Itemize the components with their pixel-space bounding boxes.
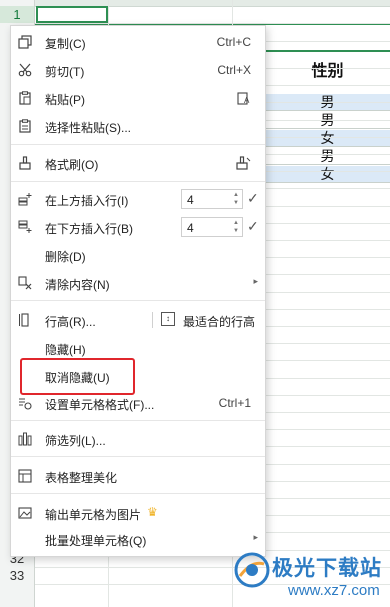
- menu-item-label: 在下方插入行(B): [45, 222, 133, 236]
- export-image-icon: [17, 505, 33, 521]
- clipboard-icon: [17, 90, 33, 106]
- menu-item-label: 剪切(T): [45, 65, 85, 79]
- menu-item-label: 清除内容(N): [45, 278, 110, 292]
- insert-row-below-icon: [17, 219, 33, 235]
- menu-item-label: 设置单元格格式(F)...: [45, 398, 155, 412]
- shortcut-label: Ctrl+X: [217, 63, 251, 77]
- stepper-value: 4: [187, 193, 194, 207]
- gender-cell[interactable]: 男: [265, 148, 390, 165]
- eraser-icon: [17, 275, 33, 291]
- menu-item-delete[interactable]: 删除(D): [11, 242, 265, 268]
- stepper-value: 4: [187, 221, 194, 235]
- menu-item-insert-below[interactable]: 在下方插入行(B) 4 ▲ ▼ ✓: [11, 214, 265, 240]
- confirm-check-icon[interactable]: ✓: [247, 218, 259, 235]
- menu-divider: [152, 312, 153, 328]
- best-fit-height-button[interactable]: 最适合的行高: [183, 313, 255, 330]
- paste-special-icon: [17, 118, 33, 134]
- menu-item-paste-special[interactable]: 选择性粘贴(S)...: [11, 113, 265, 139]
- watermark-url: www.xz7.com: [288, 582, 380, 599]
- site-watermark: 极光下载站 www.xz7.com: [232, 548, 390, 607]
- shortcut-label: Ctrl+C: [216, 35, 251, 49]
- watermark-title: 极光下载站: [272, 557, 382, 580]
- menu-item-filter-column[interactable]: 筛选列(L)...: [11, 426, 265, 452]
- menu-item-label: 表格整理美化: [45, 471, 118, 485]
- insert-row-above-icon: [17, 191, 33, 207]
- grid-row-line: [35, 23, 390, 24]
- copy-icon: [17, 34, 33, 50]
- scissors-icon: [17, 62, 33, 78]
- best-fit-height-icon[interactable]: ↕: [161, 312, 175, 326]
- menu-separator: [11, 420, 265, 421]
- stepper-down-icon[interactable]: ▼: [233, 200, 239, 207]
- filter-columns-icon: [17, 431, 33, 447]
- brush-icon: [17, 155, 33, 171]
- menu-item-label: 删除(D): [45, 250, 86, 264]
- shortcut-label: Ctrl+1: [218, 396, 251, 410]
- menu-item-export-image[interactable]: 输出单元格为图片 ♛: [11, 500, 265, 526]
- row-number[interactable]: 1: [0, 6, 34, 23]
- menu-item-label: 选择性粘贴(S)...: [45, 121, 131, 135]
- stepper-up-icon[interactable]: ▲: [233, 192, 239, 199]
- stepper-down-icon[interactable]: ▼: [233, 228, 239, 235]
- menu-item-label: 在上方插入行(I): [45, 194, 129, 208]
- menu-item-row-height[interactable]: 行高(R)... ↕ 最适合的行高: [11, 307, 265, 333]
- menu-separator: [11, 181, 265, 182]
- menu-item-batch-process[interactable]: 批量处理单元格(Q) ▸: [11, 526, 265, 552]
- menu-separator: [11, 456, 265, 457]
- stepper-up-icon[interactable]: ▲: [233, 220, 239, 227]
- menu-item-label: 粘贴(P): [45, 93, 85, 107]
- menu-item-label: 行高(R)...: [45, 315, 96, 329]
- crown-icon: ♛: [147, 505, 158, 519]
- annotation-highlight-box: [20, 358, 135, 395]
- table-beautify-icon: [17, 468, 33, 484]
- menu-item-copy[interactable]: 复制(C) Ctrl+C: [11, 29, 265, 55]
- menu-separator: [11, 300, 265, 301]
- menu-item-insert-above[interactable]: 在上方插入行(I) 4 ▲ ▼ ✓: [11, 186, 265, 212]
- row-height-icon: [17, 312, 33, 328]
- gender-cell[interactable]: 女: [265, 166, 390, 183]
- format-painter-pin-icon[interactable]: [235, 156, 251, 173]
- menu-item-format-painter[interactable]: 格式刷(O): [11, 150, 265, 176]
- menu-item-label: 批量处理单元格(Q): [45, 534, 147, 548]
- menu-item-cut[interactable]: 剪切(T) Ctrl+X: [11, 57, 265, 83]
- menu-item-clear-content[interactable]: 清除内容(N) ▸: [11, 270, 265, 296]
- submenu-arrow-icon: ▸: [253, 532, 258, 542]
- menu-item-label: 格式刷(O): [45, 158, 99, 172]
- menu-item-label: 筛选列(L)...: [45, 434, 106, 448]
- active-cell[interactable]: [36, 6, 108, 23]
- svg-text:A: A: [244, 96, 250, 105]
- format-cells-icon: [17, 395, 33, 411]
- menu-item-paste[interactable]: 粘贴(P) A: [11, 85, 265, 111]
- menu-separator: [11, 493, 265, 494]
- menu-item-label: 复制(C): [45, 37, 86, 51]
- confirm-check-icon[interactable]: ✓: [247, 190, 259, 207]
- context-menu: 复制(C) Ctrl+C 剪切(T) Ctrl+X 粘贴(P) A 选择性粘贴(…: [10, 25, 266, 557]
- menu-item-label: 输出单元格为图片: [45, 508, 142, 522]
- insert-below-count-stepper[interactable]: 4 ▲ ▼: [181, 217, 243, 237]
- menu-separator: [11, 144, 265, 145]
- menu-item-table-beautify[interactable]: 表格整理美化: [11, 463, 265, 489]
- gender-cell[interactable]: 女: [265, 130, 390, 147]
- paste-options-icon[interactable]: A: [237, 91, 251, 108]
- insert-above-count-stepper[interactable]: 4 ▲ ▼: [181, 189, 243, 209]
- watermark-logo-icon: [234, 552, 270, 588]
- submenu-arrow-icon: ▸: [253, 276, 258, 286]
- row-number[interactable]: 33: [0, 567, 34, 584]
- menu-item-label: 隐藏(H): [45, 343, 86, 357]
